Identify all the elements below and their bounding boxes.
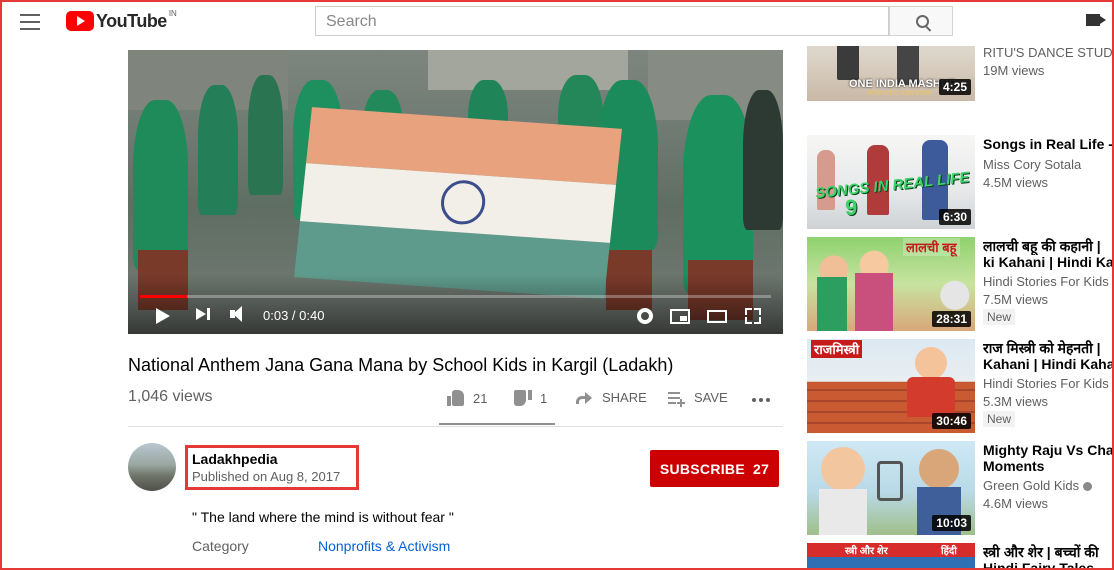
video-title-line-2[interactable]: Moments (983, 457, 1114, 475)
save-label: SAVE (694, 390, 728, 405)
ashoka-chakra-icon (438, 178, 488, 226)
thumbs-up-icon (447, 390, 465, 406)
video-title-line-2[interactable]: Kahani | Hindi Kahan (983, 355, 1114, 373)
dislike-button[interactable]: 1 (514, 390, 547, 406)
settings-gear-icon[interactable] (637, 308, 653, 324)
controls-overlay (128, 274, 783, 334)
category-link[interactable]: Nonprofits & Activism (318, 538, 450, 554)
video-channel: Hindi Stories For Kids (983, 376, 1109, 391)
country-code: IN (168, 9, 177, 18)
dislike-count: 1 (540, 390, 548, 406)
hamburger-menu-icon[interactable] (20, 14, 40, 30)
subscribe-button[interactable]: SUBSCRIBE 27 (650, 450, 779, 487)
time-display: 0:03 / 0:40 (263, 308, 325, 323)
volume-icon[interactable] (230, 306, 250, 326)
video-duration: 10:03 (932, 515, 971, 531)
video-thumbnail[interactable]: लालची बहू 28:31 (807, 237, 975, 331)
video-thumbnail[interactable]: राजमिस्त्री 30:46 (807, 339, 975, 433)
next-video-icon[interactable] (196, 306, 210, 326)
video-channel: RITU'S DANCE STUDIO (983, 45, 1114, 60)
video-title: National Anthem Jana Gana Mana by School… (128, 355, 674, 375)
video-thumbnail[interactable]: 10:03 (807, 441, 975, 535)
video-views: 19M views (983, 63, 1045, 78)
flag-image (294, 107, 622, 299)
more-actions-icon[interactable] (752, 398, 770, 402)
share-arrow-icon (576, 391, 592, 404)
category-label: Category (192, 538, 249, 554)
thumbnail-subtext: PATRIOTIC NON STOP (867, 91, 932, 97)
thumbnail-text: स्त्री और शेर (845, 546, 888, 557)
video-channel: Miss Cory Sotala (983, 157, 1082, 172)
section-divider (128, 426, 783, 427)
related-video-item[interactable]: 10:03 Mighty Raju Vs Char Moments Green … (807, 441, 1114, 537)
add-to-playlist-icon (668, 391, 686, 407)
top-bar: YouTube IN Search (0, 0, 1114, 46)
miniplayer-icon[interactable] (670, 309, 690, 324)
video-duration: 4:25 (938, 79, 971, 95)
sentiment-bar (439, 423, 555, 425)
related-video-item[interactable]: लालची बहू 28:31 लालची बहू की कहानी | ki … (807, 237, 1114, 333)
subscribe-label: SUBSCRIBE (659, 460, 745, 477)
thumbs-down-icon (514, 390, 532, 406)
logo-text: YouTube (96, 11, 167, 31)
youtube-play-logo-icon (66, 11, 94, 31)
video-views: 5.3M views (983, 394, 1049, 409)
subscriber-count: 27 (752, 460, 770, 477)
video-thumbnail[interactable]: SONGS IN REAL LIFE 9 6:30 (807, 135, 975, 229)
new-badge: New (983, 411, 1016, 427)
video-thumbnail[interactable]: स्त्री और शेर हिंदी (807, 543, 975, 570)
video-channel: Hindi Stories For Kids (983, 274, 1109, 289)
search-input[interactable]: Search (315, 6, 889, 36)
save-button[interactable]: SAVE (668, 390, 728, 407)
progress-played (140, 295, 188, 298)
youtube-logo[interactable]: YouTube IN (66, 9, 177, 33)
share-label: SHARE (602, 390, 647, 405)
video-player[interactable]: 0:03 / 0:40 (128, 50, 783, 334)
video-views: 4.6M views (983, 496, 1049, 511)
like-count: 21 (473, 390, 488, 406)
video-title-line-2[interactable]: Hindi Fairy Tales (983, 559, 1114, 570)
video-title[interactable]: Songs in Real Life - P (983, 135, 1114, 153)
like-button[interactable]: 21 (447, 390, 487, 406)
video-channel: Green Gold Kids (983, 478, 1093, 493)
channel-avatar[interactable] (128, 443, 176, 491)
video-duration: 28:31 (932, 311, 971, 327)
channel-name-text: Green Gold Kids (983, 478, 1080, 493)
related-video-item[interactable]: SONGS IN REAL LIFE 9 6:30 Songs in Real … (807, 135, 1114, 231)
video-duration: 6:30 (938, 209, 971, 225)
play-icon[interactable] (156, 308, 170, 324)
video-title-line-2[interactable]: ki Kahani | Hindi Kah (983, 253, 1114, 271)
related-videos-sidebar: ONE INDIA MASHUP PATRIOTIC NON STOP 4:25… (807, 0, 1114, 570)
related-video-item[interactable]: राजमिस्त्री 30:46 राज मिस्त्री को मेहनती… (807, 339, 1114, 435)
video-views: 4.5M views (983, 175, 1049, 190)
view-count: 1,046 views (128, 388, 213, 405)
create-video-icon[interactable] (1086, 14, 1106, 26)
new-badge: New (983, 309, 1016, 325)
related-video-item[interactable]: स्त्री और शेर हिंदी स्त्री और शेर | बच्च… (807, 543, 1114, 570)
verified-badge-icon (1083, 482, 1093, 492)
video-views: 7.5M views (983, 292, 1049, 307)
video-duration: 30:46 (932, 413, 971, 429)
description-text: " The land where the mind is without fea… (192, 509, 454, 525)
thumbnail-subtext: हिंदी (941, 546, 957, 557)
theater-mode-icon[interactable] (707, 310, 727, 323)
search-icon (916, 15, 929, 28)
share-button[interactable]: SHARE (576, 390, 647, 405)
thumbnail-text: राजमिस्त्री (811, 340, 863, 358)
search-button[interactable] (889, 6, 953, 36)
thumbnail-subtext: 9 (845, 195, 858, 220)
thumbnail-text: लालची बहू (903, 238, 960, 256)
fullscreen-icon[interactable] (745, 308, 761, 324)
channel-name[interactable]: Ladakhpedia (192, 451, 278, 467)
publish-date: Published on Aug 8, 2017 (192, 469, 341, 484)
progress-bar[interactable] (140, 295, 771, 298)
